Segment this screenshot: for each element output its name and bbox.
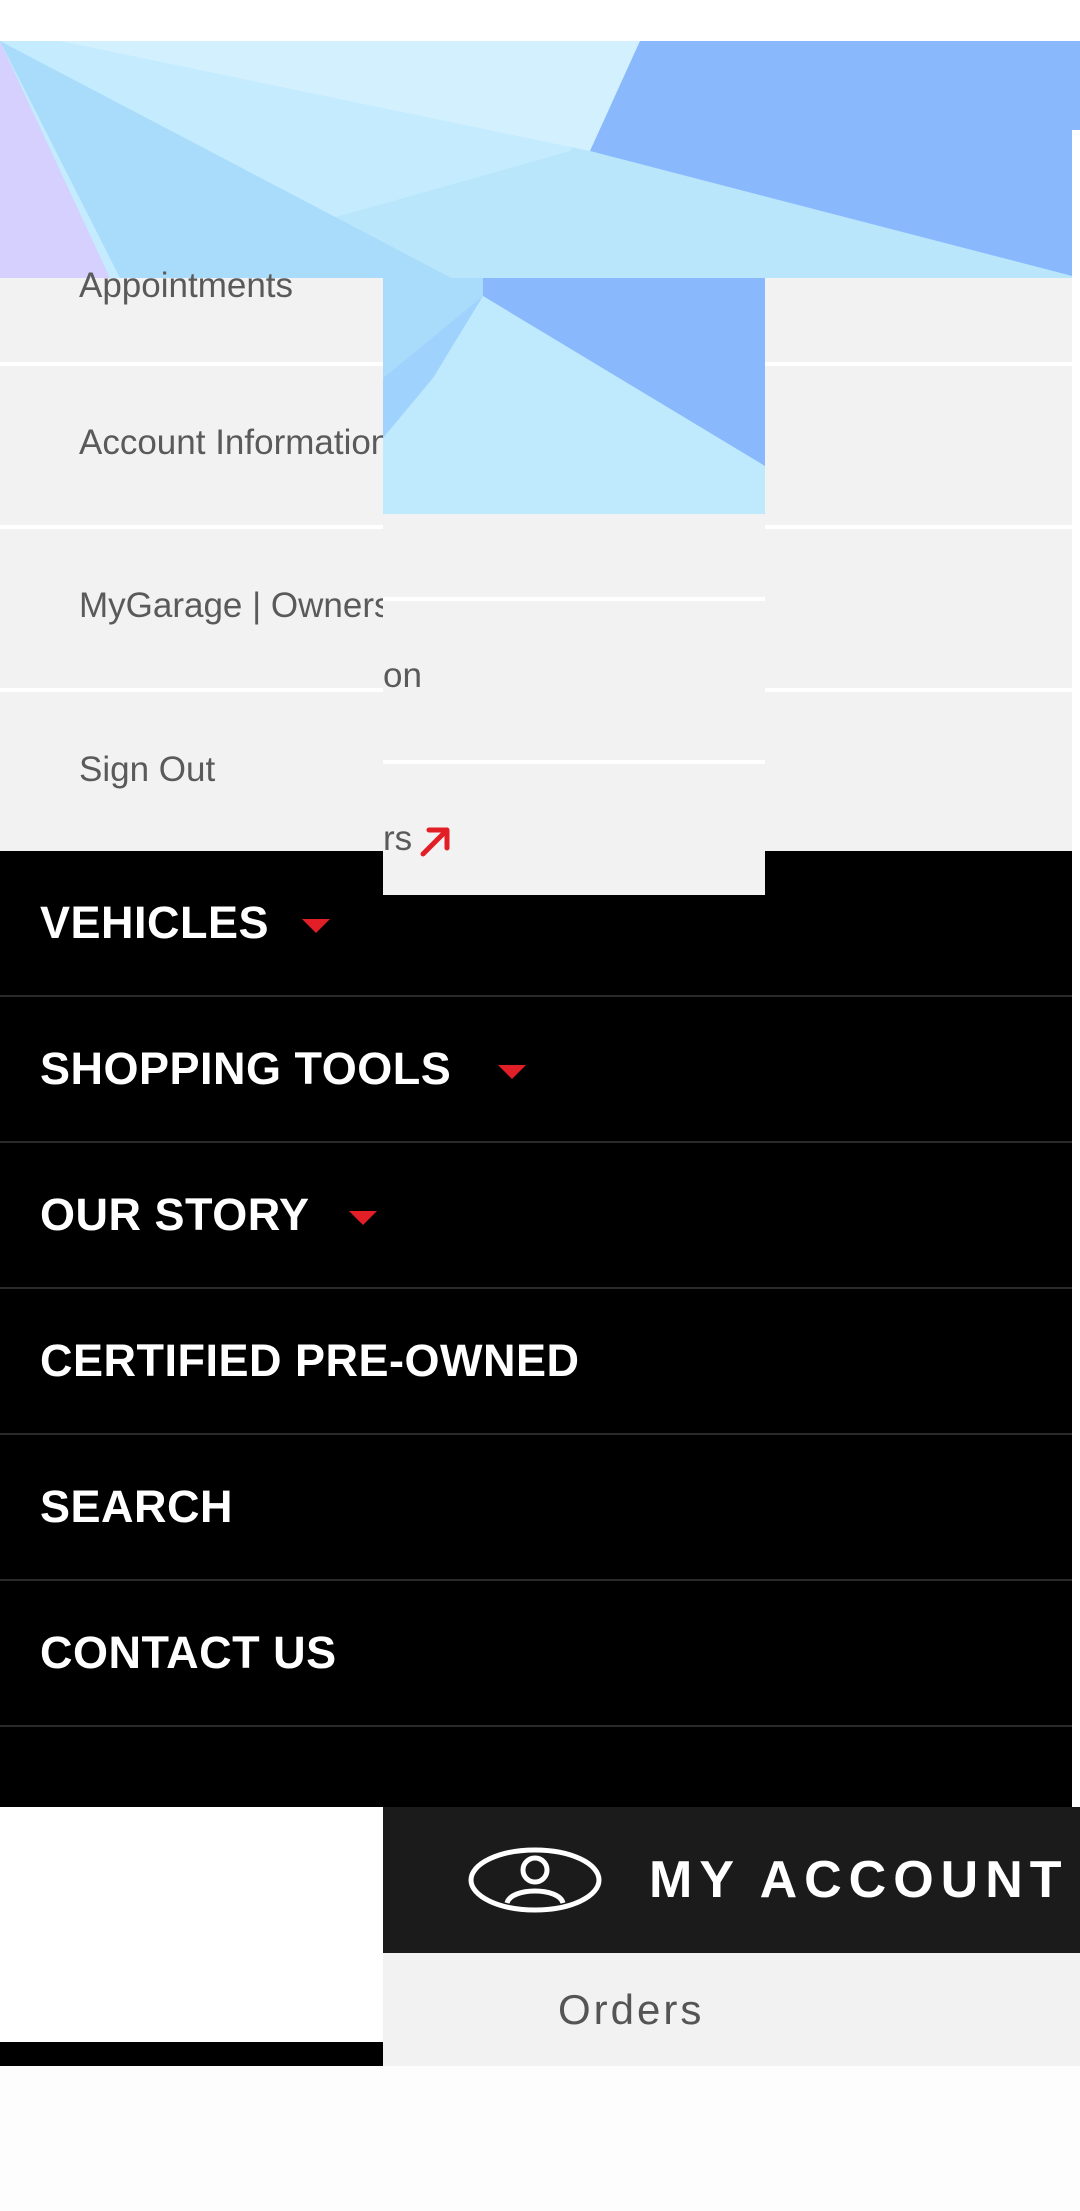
- hero-artwork: [0, 41, 1080, 278]
- empty-area: [0, 1807, 383, 2042]
- nav-item-label: SHOPPING TOOLS: [40, 1043, 452, 1094]
- nav-item-label: SEARCH: [40, 1481, 234, 1532]
- overlay-text-fragment: rs: [383, 819, 413, 858]
- nav-item-search[interactable]: SEARCH: [0, 1435, 1072, 1581]
- divider-bar: [0, 2042, 383, 2066]
- overlay-hero-artwork: [383, 278, 765, 514]
- overlay-panel: on rs: [383, 278, 765, 895]
- nav-item-our-story[interactable]: OUR STORY: [0, 1143, 1072, 1289]
- caret-down-icon: [498, 1065, 526, 1079]
- hero-banner: [0, 41, 1080, 278]
- scroll-gutter: [1072, 130, 1080, 1807]
- nav-item-certified-pre-owned[interactable]: CERTIFIED PRE-OWNED: [0, 1289, 1072, 1435]
- my-account-title: MY ACCOUNT: [649, 1851, 1069, 1909]
- account-menu-item-label: Sign Out: [79, 750, 216, 789]
- my-account-header[interactable]: MY ACCOUNT: [383, 1807, 1080, 1953]
- nav-item-shopping-tools[interactable]: SHOPPING TOOLS: [0, 997, 1072, 1143]
- divider: [383, 597, 765, 601]
- caret-down-icon: [302, 919, 330, 933]
- orders-label: Orders: [558, 1985, 705, 2033]
- external-link-icon: [420, 827, 450, 857]
- orders-menu-item[interactable]: Orders: [383, 1953, 1080, 2066]
- nav-item-label: CONTACT US: [40, 1627, 337, 1678]
- main-navigation: VEHICLES SHOPPING TOOLS OUR STORY CERTIF…: [0, 851, 1072, 1807]
- user-icon: [468, 1847, 602, 1913]
- nav-item-contact-us[interactable]: CONTACT US: [0, 1581, 1072, 1727]
- overlay-text-fragment: on: [383, 656, 422, 695]
- account-menu-item-label: MyGarage | Owners: [79, 586, 392, 625]
- nav-item-label: CERTIFIED PRE-OWNED: [40, 1335, 580, 1386]
- divider: [383, 760, 765, 764]
- caret-down-icon: [349, 1211, 377, 1225]
- account-menu-item-label: Appointments: [79, 266, 294, 305]
- nav-item-label: OUR STORY: [40, 1189, 310, 1240]
- top-strip: [0, 0, 1080, 41]
- nav-item-label: VEHICLES: [40, 897, 270, 948]
- account-menu-item-label: Account Information: [79, 423, 391, 462]
